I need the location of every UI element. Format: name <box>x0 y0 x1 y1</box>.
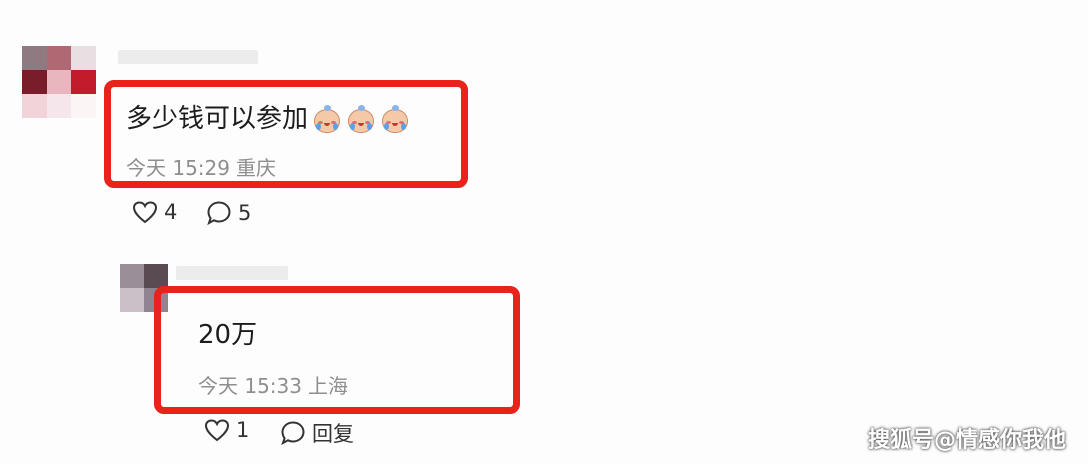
username-blurred[interactable] <box>118 50 258 64</box>
comment-location: 重庆 <box>236 156 276 180</box>
like-count: 4 <box>164 200 178 224</box>
username-blurred[interactable] <box>176 266 288 280</box>
like-button[interactable]: 1 <box>204 418 249 442</box>
like-button[interactable]: 4 <box>132 200 177 224</box>
comment-text: 多少钱可以参加 <box>126 98 410 135</box>
comment-bubble-icon <box>281 421 305 446</box>
reply-button[interactable]: 回复 <box>280 418 354 448</box>
crying-face-emoji-icon <box>346 104 376 135</box>
emoji-group <box>312 104 410 135</box>
heart-icon <box>204 419 230 442</box>
reply-button[interactable]: 5 <box>206 200 251 226</box>
reply-text: 20万 <box>198 320 258 350</box>
comment-meta: 今天 15:29 重庆 <box>126 152 282 181</box>
crying-face-emoji-icon <box>312 104 342 135</box>
crying-face-emoji-icon <box>380 104 410 135</box>
reply-location: 上海 <box>308 374 348 398</box>
comment-time: 今天 15:29 <box>126 156 230 180</box>
reply-time: 今天 15:33 <box>198 374 302 398</box>
like-count: 1 <box>236 418 250 442</box>
reply-meta: 今天 15:33 上海 <box>198 370 354 399</box>
comment-bubble-icon <box>207 201 231 226</box>
watermark: 搜狐号@情感你我他 <box>867 428 1066 453</box>
avatar[interactable] <box>22 46 96 118</box>
reply-label: 回复 <box>312 422 354 446</box>
reply-count: 5 <box>238 201 252 225</box>
heart-icon <box>132 201 158 224</box>
